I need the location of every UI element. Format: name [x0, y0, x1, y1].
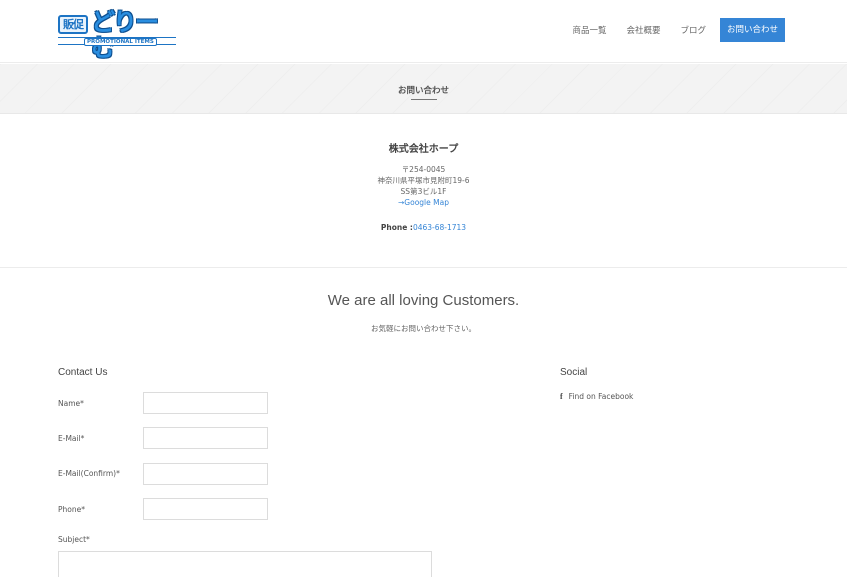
- company-postal: 〒254-0045: [401, 165, 446, 174]
- contact-heading: Contact Us: [58, 367, 108, 378]
- page-title-band: お問い合わせ: [0, 64, 847, 114]
- logo-badge: 販促: [58, 15, 88, 34]
- phone-input[interactable]: [143, 498, 268, 520]
- phone-field-label: Phone*: [58, 505, 85, 514]
- facebook-icon: f: [560, 392, 563, 401]
- nav-item-company[interactable]: 会社概要: [626, 24, 660, 36]
- logo-main-text: どりーむ: [91, 8, 159, 62]
- facebook-link-label: Find on Facebook: [568, 392, 634, 401]
- nav-contact-button[interactable]: お問い合わせ: [719, 18, 785, 42]
- tagline: We are all loving Customers.: [327, 292, 520, 309]
- company-address-line1: 神奈川県平塚市見附町19-6: [377, 176, 470, 185]
- section-divider: [0, 267, 847, 268]
- company-phone: Phone :0463-68-1713: [0, 223, 847, 232]
- main-nav: 商品一覧 会社概要 ブログ お問い合わせ: [552, 18, 785, 42]
- company-name: 株式会社ホープ: [388, 144, 459, 155]
- google-map-link-text[interactable]: →Google Map: [398, 198, 449, 207]
- title-underline: [411, 99, 437, 100]
- site-header: 販促 どりーむ PROMOTIONAL ITEMS 商品一覧 会社概要 ブログ …: [0, 0, 847, 63]
- page-title: お問い合わせ: [397, 86, 449, 96]
- logo-sub-text: PROMOTIONAL ITEMS: [84, 38, 157, 46]
- logo-subline: PROMOTIONAL ITEMS: [58, 37, 176, 46]
- company-address-line2: SS第3ビル1F: [400, 187, 447, 196]
- subject-label: Subject*: [58, 535, 90, 544]
- facebook-link[interactable]: f Find on Facebook: [560, 392, 633, 401]
- name-label: Name*: [58, 399, 84, 408]
- site-logo[interactable]: 販促 どりーむ PROMOTIONAL ITEMS: [58, 9, 178, 61]
- nav-item-products[interactable]: 商品一覧: [572, 24, 606, 36]
- social-heading: Social: [560, 367, 588, 378]
- google-map-link: →Google Map: [0, 198, 847, 207]
- phone-number-link[interactable]: 0463-68-1713: [413, 223, 466, 232]
- email-label: E-Mail*: [58, 434, 85, 443]
- nav-item-blog[interactable]: ブログ: [680, 24, 706, 36]
- tagline-sub: お気軽にお問い合わせ下さい。: [371, 324, 476, 333]
- phone-label: Phone :: [380, 223, 413, 232]
- email-confirm-label: E-Mail(Confirm)*: [58, 469, 120, 478]
- name-input[interactable]: [143, 392, 268, 414]
- subject-input[interactable]: [58, 551, 432, 577]
- email-input[interactable]: [143, 427, 268, 449]
- email-confirm-input[interactable]: [143, 463, 268, 485]
